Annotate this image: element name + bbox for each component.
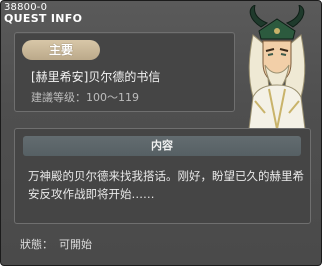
- quest-info-window: 38800-0 QUEST INFO 主要 [赫里希安]贝尔德的书信 建議等级：…: [0, 0, 322, 266]
- quest-content-panel: 内容 万神殿的贝尔德来找我搭话。刚好，盼望已久的赫里希安反攻作战即将开始……: [14, 128, 311, 224]
- status-label: 狀態：: [20, 238, 53, 251]
- npc-portrait-icon: [248, 5, 306, 129]
- status-value: 可開始: [59, 238, 92, 251]
- quest-status: 狀態： 可開始: [20, 238, 92, 252]
- quest-type-badge: 主要: [22, 40, 100, 60]
- quest-recommended-level: 建議等级：100～119: [31, 91, 139, 104]
- content-heading: 内容: [23, 136, 301, 156]
- window-title: QUEST INFO: [4, 12, 83, 25]
- quest-description: 万神殿的贝尔德来找我搭话。刚好，盼望已久的赫里希安反攻作战即将开始……: [28, 169, 304, 201]
- quest-name: [赫里希安]贝尔德的书信: [31, 70, 161, 84]
- title-bar: 38800-0 QUEST INFO: [4, 2, 82, 25]
- quest-header-panel: 主要 [赫里希安]贝尔德的书信 建議等级：100～119: [14, 32, 235, 112]
